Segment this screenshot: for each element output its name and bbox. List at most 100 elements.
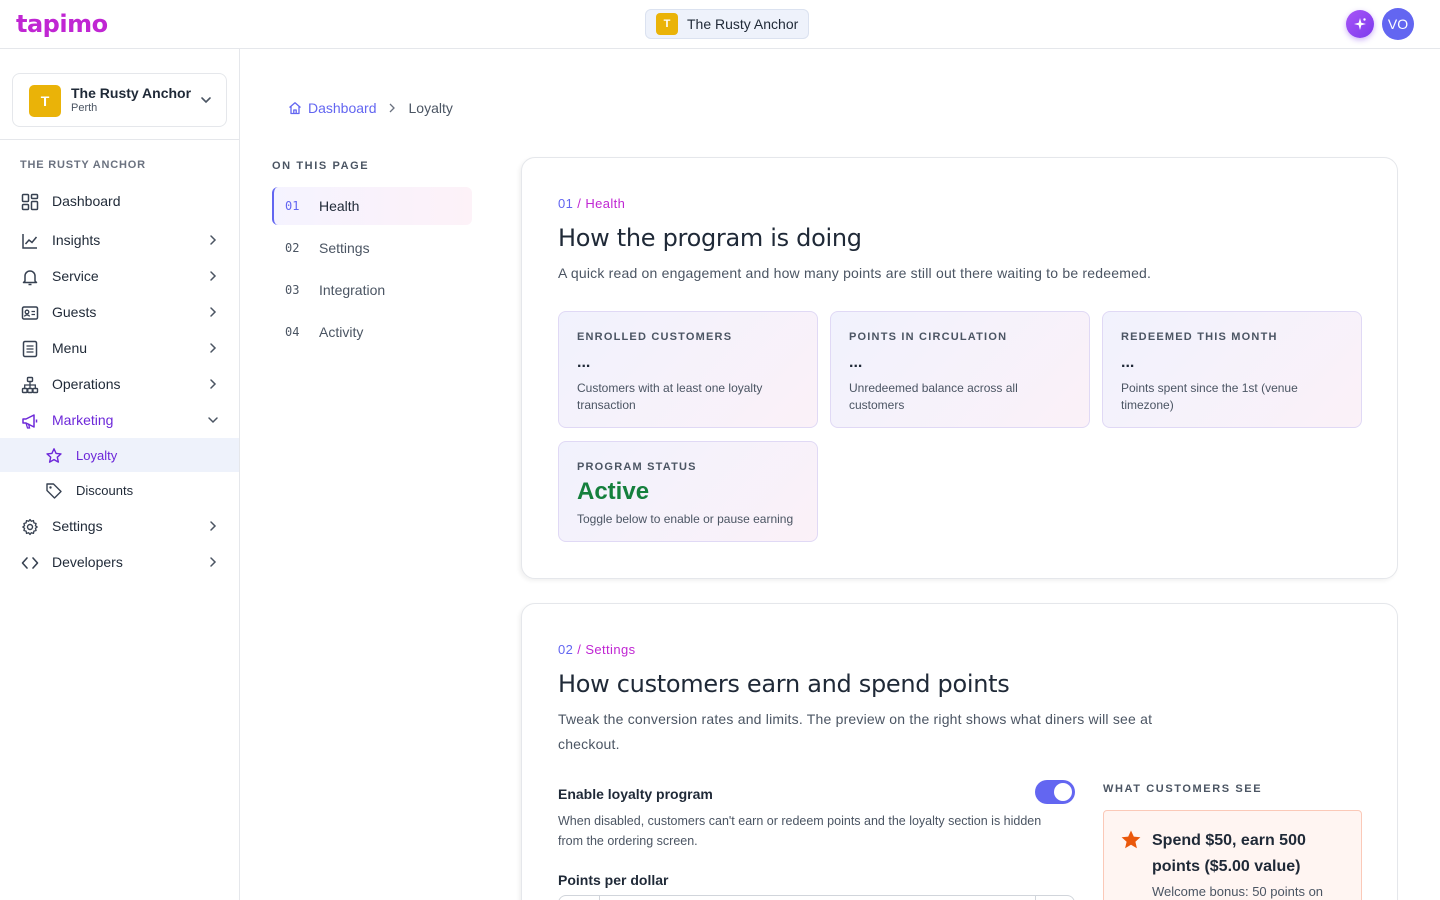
- preview-heading: WHAT CUSTOMERS SEE: [1103, 783, 1263, 795]
- sidebar-item-menu[interactable]: Menu: [0, 331, 239, 365]
- sidebar-item-marketing[interactable]: Marketing: [0, 403, 239, 437]
- customer-preview-card: Spend $50, earn 500 points ($5.00 value)…: [1103, 810, 1362, 900]
- toc-item-label: Health: [319, 198, 360, 214]
- app-logo[interactable]: tapimo: [16, 10, 108, 38]
- sidebar-item-service[interactable]: Service: [0, 259, 239, 293]
- program-status-value: Active: [577, 478, 650, 505]
- section-number: 01: [558, 196, 574, 211]
- on-this-page-heading: ON THIS PAGE: [272, 160, 370, 172]
- id-card-icon: [21, 306, 39, 320]
- stat-label: ENROLLED CUSTOMERS: [577, 331, 733, 343]
- star-icon: [46, 448, 62, 463]
- stat-label: PROGRAM STATUS: [577, 461, 697, 473]
- toc-item-settings[interactable]: 02 Settings: [272, 229, 472, 267]
- section-description: A quick read on engagement and how many …: [558, 265, 1152, 281]
- toc-item-label: Integration: [319, 282, 386, 298]
- venue-badge: T: [656, 13, 678, 35]
- section-eyebrow: 02 / Settings: [558, 642, 636, 657]
- sidebar-divider: [0, 139, 239, 140]
- venue-switcher-pill[interactable]: T The Rusty Anchor: [645, 9, 810, 39]
- toc-item-integration[interactable]: 03 Integration: [272, 271, 472, 309]
- toc-item-label: Settings: [319, 240, 370, 256]
- sidebar-item-label: Service: [52, 268, 99, 284]
- tag-icon: [46, 483, 62, 499]
- sidebar-subitem-label: Loyalty: [76, 448, 118, 463]
- sidebar-item-guests[interactable]: Guests: [0, 295, 239, 329]
- chevron-down-icon: [201, 97, 211, 104]
- network-icon: [21, 376, 39, 394]
- chevron-right-icon: [210, 271, 217, 281]
- megaphone-icon: [22, 414, 38, 429]
- chevron-right-icon: [210, 343, 217, 353]
- points-per-dollar-label: Points per dollar: [558, 872, 669, 888]
- toggle-knob: [1054, 783, 1072, 801]
- sidebar-item-label: Dashboard: [52, 193, 121, 209]
- section-number: 02: [558, 642, 574, 657]
- home-icon: [289, 102, 301, 115]
- chevron-right-icon: [210, 307, 217, 317]
- sidebar-item-settings[interactable]: Settings: [0, 509, 239, 543]
- bell-icon: [22, 270, 38, 286]
- chevron-right-icon: [389, 103, 395, 113]
- toc-item-health[interactable]: 01 Health: [272, 187, 472, 225]
- sidebar-item-insights[interactable]: Insights: [0, 223, 239, 257]
- stepper-divider: [599, 896, 600, 900]
- section-name: Settings: [585, 642, 636, 657]
- section-title: How customers earn and spend points: [558, 670, 1010, 698]
- venue-location: Perth: [71, 102, 98, 114]
- menu-book-icon: [22, 340, 38, 358]
- sidebar-item-label: Operations: [52, 376, 121, 392]
- top-bar: tapimo T The Rusty Anchor VO: [0, 0, 1440, 49]
- sidebar-section-heading: THE RUSTY ANCHOR: [20, 159, 146, 171]
- chevron-right-icon: [210, 521, 217, 531]
- chevron-right-icon: [210, 557, 217, 567]
- user-avatar[interactable]: VO: [1382, 8, 1414, 40]
- toc-item-number: 02: [285, 241, 300, 255]
- sidebar-item-dashboard[interactable]: Dashboard: [0, 184, 239, 218]
- chevron-right-icon: [210, 379, 217, 389]
- stat-description: Toggle below to enable or pause earning: [577, 512, 794, 526]
- section-name: Health: [585, 196, 626, 211]
- sidebar-subitem-loyalty[interactable]: Loyalty: [0, 438, 239, 472]
- toc-item-activity[interactable]: 04 Activity: [272, 313, 472, 351]
- gear-icon: [22, 518, 38, 536]
- chevron-right-icon: [210, 235, 217, 245]
- chevron-down-icon: [208, 417, 218, 424]
- breadcrumb-current: Loyalty: [408, 100, 453, 116]
- section-eyebrow: 01 / Health: [558, 196, 626, 211]
- stat-label: POINTS IN CIRCULATION: [849, 331, 1008, 343]
- chart-icon: [22, 234, 38, 249]
- points-per-dollar-input[interactable]: [558, 895, 1075, 900]
- toc-item-label: Activity: [319, 324, 364, 340]
- section-description: Tweak the conversion rates and limits. T…: [558, 711, 1153, 752]
- breadcrumb: Dashboard Loyalty: [288, 100, 453, 116]
- stepper-divider: [1035, 896, 1036, 900]
- enable-loyalty-toggle[interactable]: [1035, 780, 1075, 804]
- sidebar-item-developers[interactable]: Developers: [0, 545, 239, 579]
- breadcrumb-home-link[interactable]: Dashboard: [288, 100, 377, 116]
- stat-description: Unredeemed balance across all customers: [849, 381, 1018, 412]
- sidebar-item-label: Settings: [52, 518, 103, 534]
- enable-loyalty-help: When disabled, customers can't earn or r…: [558, 814, 1042, 848]
- dashboard-icon: [21, 193, 39, 211]
- ai-assistant-button[interactable]: [1346, 10, 1374, 38]
- venue-name: The Rusty Anchor: [71, 85, 192, 101]
- venue-selector[interactable]: T The Rusty Anchor Perth: [12, 73, 227, 127]
- section-title: How the program is doing: [558, 224, 862, 252]
- venue-badge: T: [29, 85, 61, 117]
- stat-card-redeemed-month: REDEEMED THIS MONTH ... Points spent sin…: [1102, 311, 1362, 428]
- stat-label: REDEEMED THIS MONTH: [1121, 331, 1278, 343]
- stat-value: ...: [1121, 354, 1135, 371]
- preview-welcome-bonus: Welcome bonus: 50 points on: [1152, 884, 1324, 899]
- sidebar-item-label: Guests: [52, 304, 97, 320]
- sidebar: T The Rusty Anchor Perth THE RUSTY ANCHO…: [0, 49, 240, 900]
- star-icon: [1121, 830, 1141, 849]
- sidebar-item-operations[interactable]: Operations: [0, 367, 239, 401]
- code-icon: [21, 557, 39, 569]
- sidebar-subitem-discounts[interactable]: Discounts: [0, 473, 239, 507]
- stat-card-points-circulation: POINTS IN CIRCULATION ... Unredeemed bal…: [830, 311, 1090, 428]
- stat-card-program-status: PROGRAM STATUS Active Toggle below to en…: [558, 441, 818, 542]
- toc-item-number: 03: [285, 283, 300, 297]
- settings-section-card: 02 / Settings How customers earn and spe…: [521, 603, 1398, 900]
- sidebar-item-label: Menu: [52, 340, 88, 356]
